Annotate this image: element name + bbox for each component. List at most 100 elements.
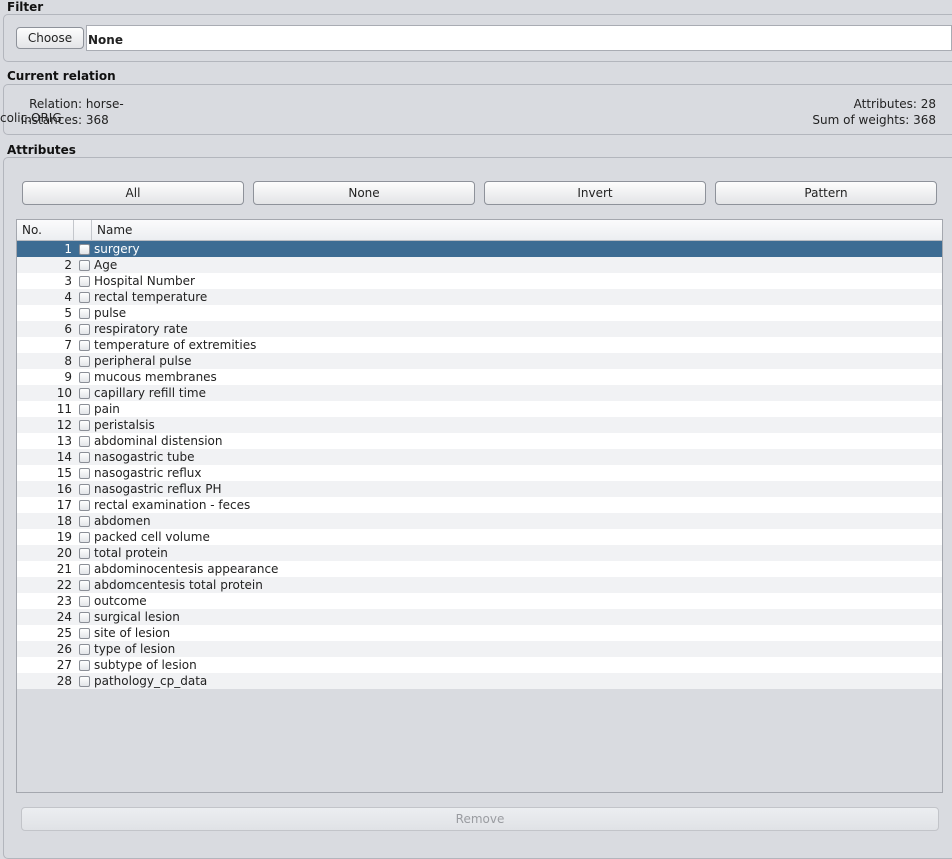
table-row[interactable]: 28 pathology_cp_data bbox=[17, 673, 942, 689]
row-checkbox[interactable] bbox=[78, 451, 90, 463]
table-row[interactable]: 22 abdomcentesis total protein bbox=[17, 577, 942, 593]
weights-label: Sum of weights: bbox=[812, 113, 910, 127]
row-checkbox[interactable] bbox=[78, 483, 90, 495]
row-number: 9 bbox=[64, 370, 72, 384]
row-checkbox-cell bbox=[74, 595, 94, 607]
row-checkbox[interactable] bbox=[78, 547, 90, 559]
table-row[interactable]: 6 respiratory rate bbox=[17, 321, 942, 337]
table-row[interactable]: 1 surgery bbox=[17, 241, 942, 257]
row-checkbox-cell bbox=[74, 387, 94, 399]
table-row[interactable]: 13 abdominal distension bbox=[17, 433, 942, 449]
row-number: 27 bbox=[56, 658, 72, 672]
row-checkbox[interactable] bbox=[78, 419, 90, 431]
attributes-table[interactable]: No. Name 1 surgery 2 Age 3 Hospital Number 4 re… bbox=[16, 219, 943, 793]
row-number: 21 bbox=[56, 562, 72, 576]
row-checkbox[interactable] bbox=[78, 499, 90, 511]
select-all-button[interactable]: All bbox=[22, 181, 244, 205]
table-row[interactable]: 12 peristalsis bbox=[17, 417, 942, 433]
row-checkbox-cell bbox=[74, 627, 94, 639]
row-checkbox[interactable] bbox=[78, 659, 90, 671]
row-checkbox[interactable] bbox=[78, 339, 90, 351]
row-checkbox[interactable] bbox=[78, 675, 90, 687]
row-checkbox[interactable] bbox=[78, 291, 90, 303]
row-checkbox-cell bbox=[74, 579, 94, 591]
row-checkbox-cell bbox=[74, 483, 94, 495]
row-checkbox[interactable] bbox=[78, 259, 90, 271]
row-checkbox[interactable] bbox=[78, 243, 90, 255]
row-attribute-name: abdomen bbox=[94, 514, 151, 528]
row-checkbox-cell bbox=[74, 563, 94, 575]
row-checkbox-cell bbox=[74, 259, 94, 271]
select-none-button[interactable]: None bbox=[253, 181, 475, 205]
table-row[interactable]: 7 temperature of extremities bbox=[17, 337, 942, 353]
table-row[interactable]: 14 nasogastric tube bbox=[17, 449, 942, 465]
relation-label: Relation: bbox=[29, 97, 82, 111]
choose-filter-button[interactable]: Choose bbox=[16, 27, 84, 49]
pattern-button[interactable]: Pattern bbox=[715, 181, 937, 205]
row-checkbox[interactable] bbox=[78, 387, 90, 399]
row-number: 22 bbox=[56, 578, 72, 592]
row-attribute-name: abdomcentesis total protein bbox=[94, 578, 263, 592]
filter-value-field[interactable]: None bbox=[86, 25, 952, 51]
row-checkbox[interactable] bbox=[78, 355, 90, 367]
row-number: 19 bbox=[56, 530, 72, 544]
table-row[interactable]: 17 rectal examination - feces bbox=[17, 497, 942, 513]
row-checkbox[interactable] bbox=[78, 275, 90, 287]
row-checkbox-cell bbox=[74, 467, 94, 479]
row-checkbox-cell bbox=[74, 371, 94, 383]
instances-row: Instances: 368 bbox=[0, 113, 180, 127]
table-row[interactable]: 27 subtype of lesion bbox=[17, 657, 942, 673]
table-row[interactable]: 10 capillary refill time bbox=[17, 385, 942, 401]
remove-button[interactable]: Remove bbox=[21, 807, 939, 831]
row-number: 1 bbox=[64, 242, 72, 256]
row-checkbox[interactable] bbox=[78, 323, 90, 335]
row-checkbox-cell bbox=[74, 659, 94, 671]
row-checkbox[interactable] bbox=[78, 563, 90, 575]
row-attribute-name: temperature of extremities bbox=[94, 338, 257, 352]
table-row[interactable]: 20 total protein bbox=[17, 545, 942, 561]
row-checkbox[interactable] bbox=[78, 435, 90, 447]
row-checkbox[interactable] bbox=[78, 403, 90, 415]
row-number: 6 bbox=[64, 322, 72, 336]
row-checkbox-cell bbox=[74, 339, 94, 351]
row-attribute-name: abdominal distension bbox=[94, 434, 223, 448]
table-row[interactable]: 2 Age bbox=[17, 257, 942, 273]
row-attribute-name: type of lesion bbox=[94, 642, 176, 656]
row-checkbox[interactable] bbox=[78, 595, 90, 607]
instances-label: Instances: bbox=[20, 113, 82, 127]
table-row[interactable]: 18 abdomen bbox=[17, 513, 942, 529]
row-attribute-name: rectal temperature bbox=[94, 290, 208, 304]
row-checkbox[interactable] bbox=[78, 579, 90, 591]
row-checkbox[interactable] bbox=[78, 467, 90, 479]
relation-section-title: Current relation bbox=[7, 69, 116, 83]
table-row[interactable]: 24 surgical lesion bbox=[17, 609, 942, 625]
table-row[interactable]: 3 Hospital Number bbox=[17, 273, 942, 289]
table-row[interactable]: 15 nasogastric reflux bbox=[17, 465, 942, 481]
table-row[interactable]: 11 pain bbox=[17, 401, 942, 417]
invert-selection-button[interactable]: Invert bbox=[484, 181, 706, 205]
table-row[interactable]: 16 nasogastric reflux PH bbox=[17, 481, 942, 497]
table-row[interactable]: 9 mucous membranes bbox=[17, 369, 942, 385]
row-checkbox[interactable] bbox=[78, 643, 90, 655]
column-header-name[interactable]: Name bbox=[92, 220, 942, 240]
row-checkbox[interactable] bbox=[78, 627, 90, 639]
table-row[interactable]: 23 outcome bbox=[17, 593, 942, 609]
row-checkbox-cell bbox=[74, 355, 94, 367]
column-header-no[interactable]: No. bbox=[17, 220, 74, 240]
table-row[interactable]: 25 site of lesion bbox=[17, 625, 942, 641]
row-attribute-name: peristalsis bbox=[94, 418, 155, 432]
table-row[interactable]: 19 packed cell volume bbox=[17, 529, 942, 545]
column-header-checkbox[interactable] bbox=[74, 220, 92, 240]
row-checkbox[interactable] bbox=[78, 611, 90, 623]
table-row[interactable]: 4 rectal temperature bbox=[17, 289, 942, 305]
row-checkbox[interactable] bbox=[78, 531, 90, 543]
table-row[interactable]: 5 pulse bbox=[17, 305, 942, 321]
row-checkbox[interactable] bbox=[78, 515, 90, 527]
row-checkbox[interactable] bbox=[78, 371, 90, 383]
weights-row: Sum of weights: 368 bbox=[812, 113, 936, 127]
row-checkbox[interactable] bbox=[78, 307, 90, 319]
table-row[interactable]: 26 type of lesion bbox=[17, 641, 942, 657]
table-row[interactable]: 8 peripheral pulse bbox=[17, 353, 942, 369]
table-row[interactable]: 21 abdominocentesis appearance bbox=[17, 561, 942, 577]
row-number: 24 bbox=[56, 610, 72, 624]
